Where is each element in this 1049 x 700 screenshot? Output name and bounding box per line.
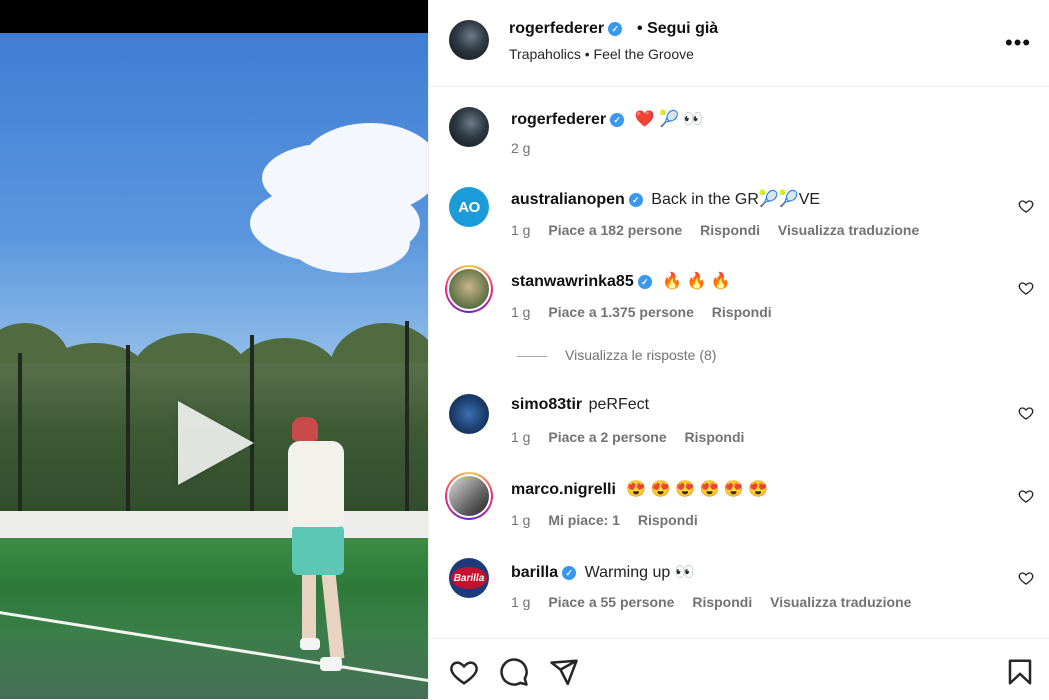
player-shoe — [300, 638, 320, 650]
barilla-logo: Barilla — [451, 567, 487, 589]
author-name[interactable]: rogerfederer — [509, 20, 604, 37]
avatar[interactable] — [449, 107, 489, 147]
post-header: rogerfederer ✓ • Segui già Trapaholics • … — [429, 0, 1049, 87]
comment-text: peRFect — [588, 396, 650, 413]
comment-likes[interactable]: Piace a 2 persone — [548, 429, 666, 445]
bookmark-icon[interactable] — [1005, 657, 1035, 687]
reply-button[interactable]: Rispondi — [692, 594, 752, 610]
comments-scroll-area[interactable]: rogerfederer ✓ ❤️ 🎾 👀 2 g AO australianop… — [429, 86, 1049, 638]
comment-likes[interactable]: Piace a 55 persone — [548, 594, 674, 610]
comment-text: 😍 😍 😍 😍 😍 😍 — [626, 481, 769, 498]
tennis-court — [0, 538, 428, 699]
follow-status[interactable]: • Segui già — [637, 20, 718, 38]
comment-like-heart-icon[interactable] — [1018, 405, 1034, 421]
avatar[interactable] — [449, 20, 489, 60]
reply-button[interactable]: Rispondi — [685, 429, 745, 445]
video-frame[interactable] — [0, 33, 428, 699]
comment: australianopen ✓ Back in the GR🎾🎾VE — [511, 189, 820, 209]
comment: simo83tir peRFect — [511, 396, 649, 414]
translate-button[interactable]: Visualizza traduzione — [778, 222, 919, 238]
player-shoe — [320, 657, 342, 671]
comment: marco.nigrelli 😍 😍 😍 😍 😍 😍 — [511, 479, 768, 499]
comment: stanwawrinka85 ✓ 🔥 🔥 🔥 — [511, 271, 731, 291]
caption-age[interactable]: 2 g — [511, 140, 530, 156]
comment-likes[interactable]: Piace a 182 persone — [548, 222, 682, 238]
share-icon[interactable] — [549, 657, 579, 687]
verified-badge-icon: ✓ — [628, 193, 643, 207]
comment-meta: 1 g Mi piace: 1 Rispondi — [511, 512, 712, 528]
comment-text: Back in the GR🎾🎾VE — [651, 191, 821, 208]
post-side-panel: rogerfederer ✓ • Segui già Trapaholics • … — [428, 0, 1049, 699]
translate-button[interactable]: Visualizza traduzione — [770, 594, 911, 610]
player-shirt — [288, 441, 344, 527]
follow-button[interactable]: Segui già — [647, 20, 718, 37]
comment-username[interactable]: barilla — [511, 564, 558, 581]
comment-age[interactable]: 1 g — [511, 512, 530, 528]
fence-pole — [126, 345, 130, 515]
comment-age[interactable]: 1 g — [511, 222, 530, 238]
comment-meta: 1 g Piace a 1.375 persone Rispondi — [511, 304, 786, 320]
verified-badge-icon: ✓ — [608, 22, 623, 36]
comment-like-heart-icon[interactable] — [1018, 570, 1034, 586]
fence-pole — [18, 353, 22, 523]
heart-icon[interactable] — [449, 657, 479, 687]
separator: • — [637, 20, 643, 37]
avatar-simo83tir[interactable] — [449, 394, 489, 434]
caption-text: ❤️ 🎾 👀 — [634, 111, 704, 128]
comment-age[interactable]: 1 g — [511, 304, 530, 320]
comment-likes[interactable]: Piace a 1.375 persone — [548, 304, 694, 320]
player-leg — [302, 573, 316, 645]
verified-badge-icon: ✓ — [562, 566, 577, 580]
comment-text: Warming up 👀 — [584, 564, 695, 581]
author-username[interactable]: rogerfederer ✓ — [509, 20, 623, 38]
avatar-image — [447, 474, 491, 518]
video-player[interactable] — [0, 0, 428, 699]
comment-age[interactable]: 1 g — [511, 594, 530, 610]
post-actions-bar — [429, 638, 1049, 700]
verified-badge-icon: ✓ — [637, 275, 652, 289]
comment-username[interactable]: marco.nigrelli — [511, 481, 616, 498]
replies-divider — [517, 355, 547, 357]
comment-like-heart-icon[interactable] — [1018, 198, 1034, 214]
comment-username[interactable]: australianopen — [511, 191, 625, 208]
play-icon[interactable] — [178, 401, 254, 485]
comment-age[interactable]: 1 g — [511, 429, 530, 445]
player-shorts — [292, 525, 344, 575]
comment: barilla ✓ Warming up 👀 — [511, 562, 695, 582]
comment-meta: 1 g Piace a 182 persone Rispondi Visuali… — [511, 222, 933, 238]
avatar-marco-nigrelli[interactable] — [445, 472, 493, 520]
caption-meta: 2 g — [511, 140, 544, 156]
caption-username[interactable]: rogerfederer — [511, 111, 606, 128]
comment-like-heart-icon[interactable] — [1018, 488, 1034, 504]
comment-icon[interactable] — [499, 657, 529, 687]
reply-button[interactable]: Rispondi — [638, 512, 698, 528]
avatar-australianopen[interactable]: AO — [449, 187, 489, 227]
view-replies-link[interactable]: Visualizza le risposte (8) — [517, 347, 716, 363]
comment-username[interactable]: simo83tir — [511, 396, 582, 413]
fence-pole — [405, 321, 409, 521]
avatar-stanwawrinka85[interactable] — [445, 265, 493, 313]
comment-meta: 1 g Piace a 55 persone Rispondi Visualiz… — [511, 594, 925, 610]
audio-info[interactable]: Trapaholics • Feel the Groove — [509, 46, 694, 62]
more-options-icon[interactable]: ••• — [1005, 30, 1031, 56]
comment-likes[interactable]: Mi piace: 1 — [548, 512, 620, 528]
avatar-barilla[interactable]: Barilla — [449, 558, 489, 598]
avatar-image — [447, 267, 491, 311]
view-replies-label[interactable]: Visualizza le risposte (8) — [565, 347, 716, 363]
comment-like-heart-icon[interactable] — [1018, 280, 1034, 296]
cloud — [290, 213, 410, 273]
player-head — [292, 417, 318, 441]
comment-meta: 1 g Piace a 2 persone Rispondi — [511, 429, 758, 445]
reply-button[interactable]: Rispondi — [712, 304, 772, 320]
caption: rogerfederer ✓ ❤️ 🎾 👀 — [511, 109, 703, 129]
comment-text: 🔥 🔥 🔥 — [662, 273, 731, 290]
verified-badge-icon: ✓ — [610, 113, 625, 127]
comment-username[interactable]: stanwawrinka85 — [511, 273, 634, 290]
reply-button[interactable]: Rispondi — [700, 222, 760, 238]
